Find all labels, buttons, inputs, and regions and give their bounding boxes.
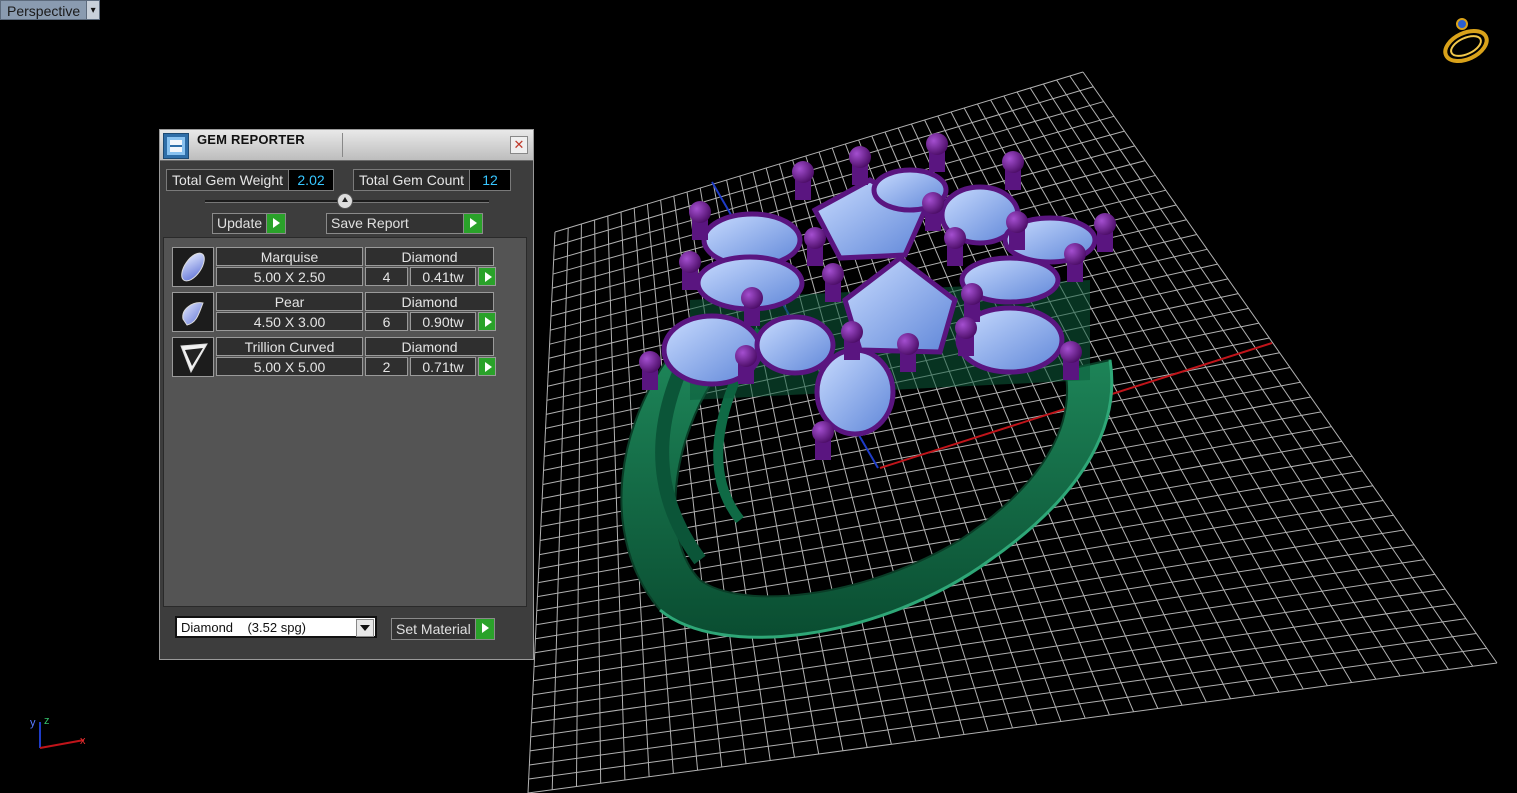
gem-shape: Trillion Curved [216,337,363,356]
panel-footer: Diamond (3.52 spg) Set Material [163,610,527,654]
gem-row[interactable]: Pear Diamond 4.50 X 3.00 6 0.90tw [172,291,496,333]
gem-reporter-panel: GEM REPORTER ✕ Total Gem Weight 2.02 Tot… [159,129,534,660]
gem-size: 5.00 X 5.00 [216,357,363,376]
pear-gem-icon [172,292,214,332]
chevron-down-icon[interactable] [356,619,374,637]
gem-count: 4 [365,267,408,286]
gem-material: Diamond [365,337,494,356]
gem-list[interactable]: Marquise Diamond 5.00 X 2.50 4 0.41tw Pe… [163,237,527,607]
gem-row[interactable]: Trillion Curved Diamond 5.00 X 5.00 2 0.… [172,336,496,378]
total-count-label: Total Gem Count [359,172,465,188]
axis-z-label: z [44,715,50,727]
total-weight-label: Total Gem Weight [172,172,284,188]
update-button-label: Update [217,215,263,231]
update-button[interactable]: Update [212,213,287,234]
play-icon[interactable] [266,214,286,233]
axis-x-label: x [80,735,86,747]
gem-material: Diamond [365,292,494,311]
viewport-label[interactable]: Perspective ▾ [0,0,101,20]
material-select[interactable]: Diamond (3.52 spg) [175,616,377,638]
total-count-field: Total Gem Count 12 [353,169,512,191]
gem-size: 5.00 X 2.50 [216,267,363,286]
panel-titlebar[interactable]: GEM REPORTER ✕ [160,130,533,161]
play-icon[interactable] [463,214,482,233]
material-select-value: Diamond (3.52 spg) [181,620,307,635]
gem-count: 2 [365,357,408,376]
gem-weight: 0.90tw [410,312,476,331]
save-report-button-label: Save Report [331,215,409,231]
gem-weight: 0.41tw [410,267,476,286]
titlebar-divider [342,133,343,157]
axis-gizmo: y z x [30,715,86,749]
gem-shape: Pear [216,292,363,311]
select-gem-play-icon[interactable] [478,267,496,286]
gem-reporter-logo-icon [163,133,189,159]
save-report-button[interactable]: Save Report [326,213,483,234]
close-icon[interactable]: ✕ [510,136,528,154]
set-material-button-label: Set Material [396,621,471,637]
select-gem-play-icon[interactable] [478,357,496,376]
gem-size: 4.50 X 3.00 [216,312,363,331]
viewport-name[interactable]: Perspective [0,0,88,20]
select-gem-play-icon[interactable] [478,312,496,331]
total-weight-value: 2.02 [288,170,334,190]
gem-row[interactable]: Marquise Diamond 5.00 X 2.50 4 0.41tw [172,246,496,288]
marquise-gem-icon [172,247,214,287]
gem-count: 6 [365,312,408,331]
play-icon[interactable] [474,619,494,639]
gem-shape: Marquise [216,247,363,266]
axis-y-label: y [30,717,36,729]
panel-title: GEM REPORTER [197,132,305,147]
total-count-value: 12 [469,170,511,190]
total-weight-field: Total Gem Weight 2.02 [166,169,335,191]
set-material-button[interactable]: Set Material [391,618,495,640]
viewport-menu-icon[interactable]: ▾ [87,0,101,20]
trillion-gem-icon [172,337,214,377]
gem-material: Diamond [365,247,494,266]
ring-logo-icon [1443,18,1489,64]
gem-weight: 0.71tw [410,357,476,376]
panel-splitter[interactable] [205,193,489,209]
splitter-handle-icon[interactable] [337,193,353,209]
